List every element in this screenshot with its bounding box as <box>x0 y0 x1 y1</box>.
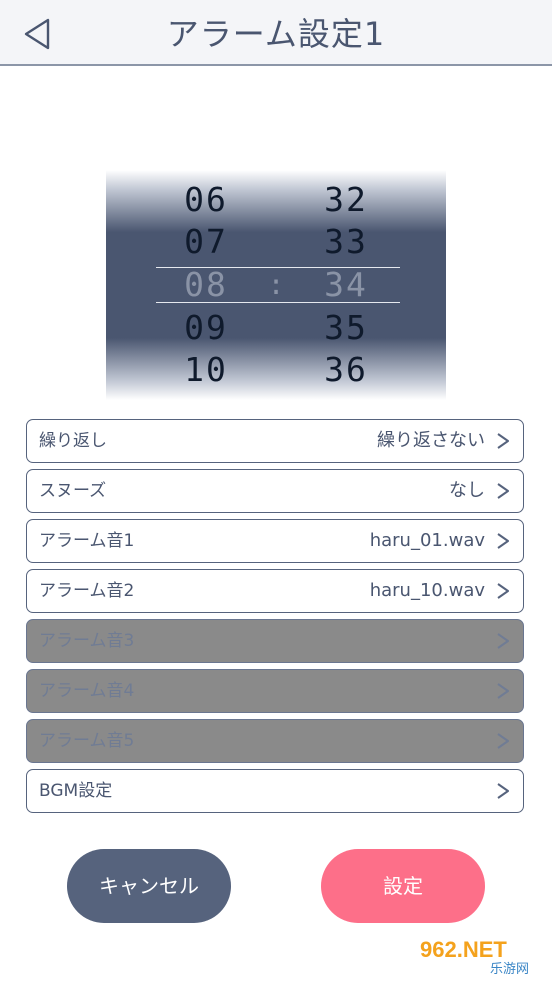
watermark-subtext: 乐游网 <box>490 962 529 977</box>
setting-value: なし <box>449 480 485 501</box>
header-bar: アラーム設定1 <box>0 0 552 66</box>
setting-label: アラーム音2 <box>39 581 135 601</box>
setting-row-bgm[interactable]: BGM設定 <box>26 769 524 813</box>
hour-wheel[interactable]: 06 07 08 09 10 <box>166 170 246 400</box>
setting-row-snooze[interactable]: スヌーズ なし <box>26 469 524 513</box>
time-separator: : <box>267 268 285 301</box>
chevron-right-icon <box>497 733 509 749</box>
chevron-right-icon <box>497 583 509 599</box>
chevron-right-icon <box>497 783 509 799</box>
settings-list: 繰り返し 繰り返さない スヌーズ なし アラーム音1 haru_01.wav ア… <box>26 419 524 819</box>
minute-option[interactable]: 36 <box>306 352 386 388</box>
hour-option[interactable]: 09 <box>166 310 246 346</box>
minute-option[interactable]: 35 <box>306 310 386 346</box>
minute-wheel[interactable]: 32 33 34 35 36 <box>306 170 386 400</box>
watermark-text: 962.NET <box>420 937 507 962</box>
setting-value: haru_10.wav <box>369 580 485 601</box>
setting-label: アラーム音1 <box>39 531 135 551</box>
time-picker[interactable]: 06 07 08 09 10 : 32 33 34 35 36 <box>106 170 446 400</box>
setting-label: 繰り返し <box>39 431 107 451</box>
setting-value: 繰り返さない <box>377 430 485 451</box>
setting-row-alarm-sound-5: アラーム音5 <box>26 719 524 763</box>
minute-option[interactable]: 32 <box>306 182 386 218</box>
minute-option-selected[interactable]: 34 <box>306 267 386 303</box>
chevron-right-icon <box>497 683 509 699</box>
setting-value: haru_01.wav <box>369 530 485 551</box>
selection-line-top <box>156 267 400 268</box>
hour-option-selected[interactable]: 08 <box>166 267 246 303</box>
setting-row-alarm-sound-3: アラーム音3 <box>26 619 524 663</box>
setting-row-repeat[interactable]: 繰り返し 繰り返さない <box>26 419 524 463</box>
setting-label: アラーム音5 <box>39 731 135 751</box>
site-watermark-logo: 962.NET 乐游网 <box>414 933 546 977</box>
set-button[interactable]: 設定 <box>321 849 485 923</box>
chevron-right-icon <box>497 533 509 549</box>
setting-label: BGM設定 <box>39 781 113 801</box>
setting-label: スヌーズ <box>39 481 107 501</box>
hour-option[interactable]: 06 <box>166 182 246 218</box>
setting-row-alarm-sound-2[interactable]: アラーム音2 haru_10.wav <box>26 569 524 613</box>
setting-row-alarm-sound-4: アラーム音4 <box>26 669 524 713</box>
cancel-button[interactable]: キャンセル <box>67 849 231 923</box>
hour-option[interactable]: 10 <box>166 352 246 388</box>
selection-line-bottom <box>156 302 400 303</box>
hour-option[interactable]: 07 <box>166 224 246 260</box>
setting-label: アラーム音4 <box>39 681 135 701</box>
page-title: アラーム設定1 <box>166 15 386 53</box>
chevron-right-icon <box>497 483 509 499</box>
chevron-right-icon <box>497 633 509 649</box>
chevron-right-icon <box>497 433 509 449</box>
setting-row-alarm-sound-1[interactable]: アラーム音1 haru_01.wav <box>26 519 524 563</box>
minute-option[interactable]: 33 <box>306 224 386 260</box>
setting-label: アラーム音3 <box>39 631 135 651</box>
